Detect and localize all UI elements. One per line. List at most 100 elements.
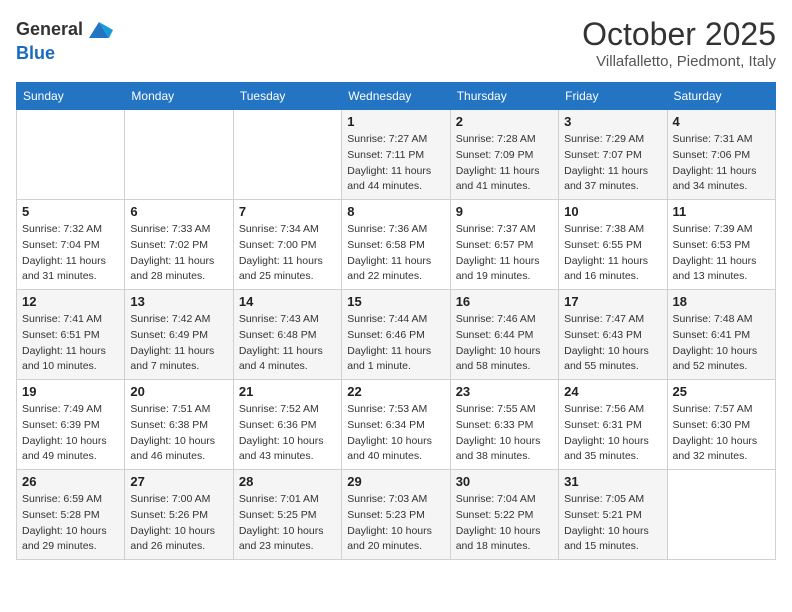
logo: General Blue bbox=[16, 16, 113, 64]
table-row: 26 Sunrise: 6:59 AMSunset: 5:28 PMDayligh… bbox=[17, 470, 125, 560]
table-row bbox=[667, 470, 775, 560]
day-number: 16 bbox=[456, 294, 553, 309]
table-row: 7Sunrise: 7:34 AMSunset: 7:00 PMDaylight… bbox=[233, 200, 341, 290]
day-number: 3 bbox=[564, 114, 661, 129]
day-info: Sunrise: 7:37 AMSunset: 6:57 PMDaylight:… bbox=[456, 222, 553, 285]
day-number: 25 bbox=[673, 384, 770, 399]
day-number: 21 bbox=[239, 384, 336, 399]
table-row: 11 Sunrise: 7:39 AMSunset: 6:53 PMDayligh… bbox=[667, 200, 775, 290]
table-row: 22 Sunrise: 7:53 AMSunset: 6:34 PMDayligh… bbox=[342, 380, 450, 470]
logo-icon bbox=[85, 16, 113, 44]
table-row: 23 Sunrise: 7:55 AMSunset: 6:33 PMDayligh… bbox=[450, 380, 558, 470]
page: General Blue October 2025 Villafalletto,… bbox=[0, 0, 792, 576]
table-row: 21 Sunrise: 7:52 AMSunset: 6:36 PMDayligh… bbox=[233, 380, 341, 470]
col-tuesday: Tuesday bbox=[233, 83, 341, 110]
table-row: 14 Sunrise: 7:43 AMSunset: 6:48 PMDayligh… bbox=[233, 290, 341, 380]
col-wednesday: Wednesday bbox=[342, 83, 450, 110]
calendar-table: Sunday Monday Tuesday Wednesday Thursday… bbox=[16, 82, 776, 560]
day-info: Sunrise: 7:36 AMSunset: 6:58 PMDaylight:… bbox=[347, 222, 444, 285]
table-row: 6Sunrise: 7:33 AMSunset: 7:02 PMDaylight… bbox=[125, 200, 233, 290]
day-number: 1 bbox=[347, 114, 444, 129]
day-number: 11 bbox=[673, 204, 770, 219]
day-info: Sunrise: 7:49 AMSunset: 6:39 PMDaylight:… bbox=[22, 402, 119, 465]
day-number: 24 bbox=[564, 384, 661, 399]
col-friday: Friday bbox=[559, 83, 667, 110]
day-number: 26 bbox=[22, 474, 119, 489]
table-row bbox=[233, 110, 341, 200]
day-info: Sunrise: 7:29 AMSunset: 7:07 PMDaylight:… bbox=[564, 132, 661, 195]
day-info: Sunrise: 7:28 AMSunset: 7:09 PMDaylight:… bbox=[456, 132, 553, 195]
table-row: 15 Sunrise: 7:44 AMSunset: 6:46 PMDayligh… bbox=[342, 290, 450, 380]
day-number: 19 bbox=[22, 384, 119, 399]
day-info: Sunrise: 7:27 AMSunset: 7:11 PMDaylight:… bbox=[347, 132, 444, 195]
day-number: 4 bbox=[673, 114, 770, 129]
title-block: October 2025 Villafalletto, Piedmont, It… bbox=[582, 16, 776, 70]
day-number: 9 bbox=[456, 204, 553, 219]
day-number: 27 bbox=[130, 474, 227, 489]
day-number: 22 bbox=[347, 384, 444, 399]
table-row: 28Sunrise: 7:01 AMSunset: 5:25 PMDayligh… bbox=[233, 470, 341, 560]
calendar-header-row: Sunday Monday Tuesday Wednesday Thursday… bbox=[17, 83, 776, 110]
day-number: 5 bbox=[22, 204, 119, 219]
day-info: Sunrise: 7:32 AMSunset: 7:04 PMDaylight:… bbox=[22, 222, 119, 285]
table-row: 2 Sunrise: 7:28 AMSunset: 7:09 PMDaylight… bbox=[450, 110, 558, 200]
table-row: 8 Sunrise: 7:36 AMSunset: 6:58 PMDaylight… bbox=[342, 200, 450, 290]
day-info: Sunrise: 7:00 AMSunset: 5:26 PMDaylight:… bbox=[130, 492, 227, 555]
table-row: 27 Sunrise: 7:00 AMSunset: 5:26 PMDayligh… bbox=[125, 470, 233, 560]
day-info: Sunrise: 7:51 AMSunset: 6:38 PMDaylight:… bbox=[130, 402, 227, 465]
logo-general: General bbox=[16, 19, 83, 39]
day-info: Sunrise: 6:59 AMSunset: 5:28 PMDaylight:… bbox=[22, 492, 119, 555]
table-row: 24Sunrise: 7:56 AMSunset: 6:31 PMDayligh… bbox=[559, 380, 667, 470]
day-info: Sunrise: 7:03 AMSunset: 5:23 PMDaylight:… bbox=[347, 492, 444, 555]
table-row: 20 Sunrise: 7:51 AMSunset: 6:38 PMDayligh… bbox=[125, 380, 233, 470]
table-row: 30Sunrise: 7:04 AMSunset: 5:22 PMDayligh… bbox=[450, 470, 558, 560]
day-number: 31 bbox=[564, 474, 661, 489]
day-number: 18 bbox=[673, 294, 770, 309]
day-info: Sunrise: 7:47 AMSunset: 6:43 PMDaylight:… bbox=[564, 312, 661, 375]
day-info: Sunrise: 7:38 AMSunset: 6:55 PMDaylight:… bbox=[564, 222, 661, 285]
table-row: 13Sunrise: 7:42 AMSunset: 6:49 PMDayligh… bbox=[125, 290, 233, 380]
day-info: Sunrise: 7:05 AMSunset: 5:21 PMDaylight:… bbox=[564, 492, 661, 555]
table-row: 4Sunrise: 7:31 AMSunset: 7:06 PMDaylight… bbox=[667, 110, 775, 200]
table-row: 16 Sunrise: 7:46 AMSunset: 6:44 PMDayligh… bbox=[450, 290, 558, 380]
day-info: Sunrise: 7:43 AMSunset: 6:48 PMDaylight:… bbox=[239, 312, 336, 375]
day-number: 2 bbox=[456, 114, 553, 129]
day-info: Sunrise: 7:39 AMSunset: 6:53 PMDaylight:… bbox=[673, 222, 770, 285]
header: General Blue October 2025 Villafalletto,… bbox=[16, 16, 776, 70]
table-row: 3 Sunrise: 7:29 AMSunset: 7:07 PMDaylight… bbox=[559, 110, 667, 200]
day-info: Sunrise: 7:04 AMSunset: 5:22 PMDaylight:… bbox=[456, 492, 553, 555]
day-info: Sunrise: 7:57 AMSunset: 6:30 PMDaylight:… bbox=[673, 402, 770, 465]
day-number: 6 bbox=[130, 204, 227, 219]
day-number: 28 bbox=[239, 474, 336, 489]
day-number: 7 bbox=[239, 204, 336, 219]
day-info: Sunrise: 7:41 AMSunset: 6:51 PMDaylight:… bbox=[22, 312, 119, 375]
day-number: 14 bbox=[239, 294, 336, 309]
calendar-week-row: 1 Sunrise: 7:27 AMSunset: 7:11 PMDaylight… bbox=[17, 110, 776, 200]
day-number: 17 bbox=[564, 294, 661, 309]
day-number: 8 bbox=[347, 204, 444, 219]
table-row: 5 Sunrise: 7:32 AMSunset: 7:04 PMDaylight… bbox=[17, 200, 125, 290]
table-row: 12 Sunrise: 7:41 AMSunset: 6:51 PMDayligh… bbox=[17, 290, 125, 380]
day-info: Sunrise: 7:46 AMSunset: 6:44 PMDaylight:… bbox=[456, 312, 553, 375]
col-thursday: Thursday bbox=[450, 83, 558, 110]
day-info: Sunrise: 7:48 AMSunset: 6:41 PMDaylight:… bbox=[673, 312, 770, 375]
day-info: Sunrise: 7:44 AMSunset: 6:46 PMDaylight:… bbox=[347, 312, 444, 375]
day-info: Sunrise: 7:53 AMSunset: 6:34 PMDaylight:… bbox=[347, 402, 444, 465]
col-sunday: Sunday bbox=[17, 83, 125, 110]
day-number: 12 bbox=[22, 294, 119, 309]
table-row: 9 Sunrise: 7:37 AMSunset: 6:57 PMDaylight… bbox=[450, 200, 558, 290]
day-info: Sunrise: 7:55 AMSunset: 6:33 PMDaylight:… bbox=[456, 402, 553, 465]
table-row: 19 Sunrise: 7:49 AMSunset: 6:39 PMDayligh… bbox=[17, 380, 125, 470]
calendar-week-row: 19 Sunrise: 7:49 AMSunset: 6:39 PMDayligh… bbox=[17, 380, 776, 470]
table-row: 10 Sunrise: 7:38 AMSunset: 6:55 PMDayligh… bbox=[559, 200, 667, 290]
day-number: 20 bbox=[130, 384, 227, 399]
day-number: 15 bbox=[347, 294, 444, 309]
table-row: 18 Sunrise: 7:48 AMSunset: 6:41 PMDayligh… bbox=[667, 290, 775, 380]
day-number: 23 bbox=[456, 384, 553, 399]
calendar-week-row: 12 Sunrise: 7:41 AMSunset: 6:51 PMDayligh… bbox=[17, 290, 776, 380]
day-info: Sunrise: 7:52 AMSunset: 6:36 PMDaylight:… bbox=[239, 402, 336, 465]
day-info: Sunrise: 7:42 AMSunset: 6:49 PMDaylight:… bbox=[130, 312, 227, 375]
calendar-week-row: 26 Sunrise: 6:59 AMSunset: 5:28 PMDayligh… bbox=[17, 470, 776, 560]
day-number: 29 bbox=[347, 474, 444, 489]
day-number: 10 bbox=[564, 204, 661, 219]
